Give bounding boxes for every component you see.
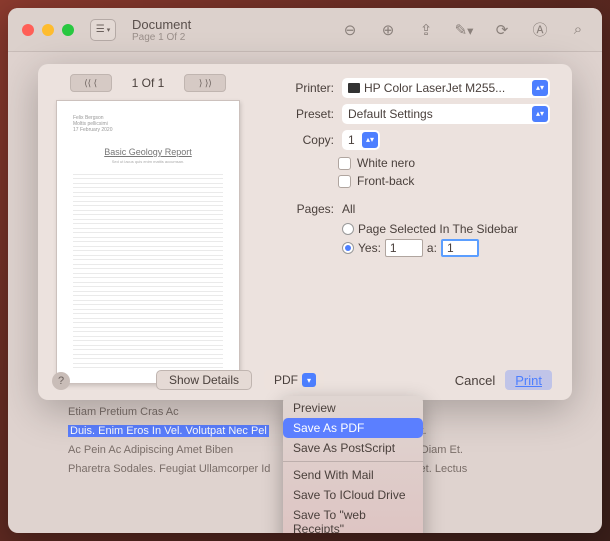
menu-save-pdf[interactable]: Save As PDF bbox=[283, 418, 423, 438]
menu-preview[interactable]: Preview bbox=[283, 398, 423, 418]
zoom-out-icon[interactable]: ⊖ bbox=[340, 21, 360, 39]
chevron-updown-icon: ▴▾ bbox=[532, 80, 548, 96]
pages-selected-label: Page Selected In The Sidebar bbox=[358, 222, 518, 236]
bw-checkbox[interactable] bbox=[338, 157, 351, 170]
thumb-body bbox=[73, 174, 223, 369]
thumb-title: Basic Geology Report bbox=[73, 147, 223, 157]
two-sided-label: Front-back bbox=[357, 174, 414, 188]
printer-label: Printer: bbox=[264, 81, 334, 95]
window-subtitle: Page 1 Of 2 bbox=[132, 32, 340, 43]
pages-range-label: Yes: bbox=[358, 241, 381, 255]
help-button[interactable]: ? bbox=[52, 372, 70, 390]
titlebar: ☰▾ Document Page 1 Of 2 ⊖ ⊕ ⇪ ✎▾ ⟳ Ⓐ ⌕ bbox=[8, 8, 602, 52]
traffic-lights bbox=[22, 24, 74, 36]
search-icon[interactable]: ⌕ bbox=[568, 21, 588, 38]
chevron-updown-icon: ▴▾ bbox=[532, 106, 548, 122]
page-navigator: ⟨⟨ ⟨ 1 Of 1 ⟩ ⟩⟩ bbox=[46, 74, 250, 92]
stepper-icon: ▴▾ bbox=[362, 132, 378, 148]
menu-icloud[interactable]: Save To ICloud Drive bbox=[283, 485, 423, 505]
preset-select[interactable]: Default Settings▴▾ bbox=[342, 104, 550, 124]
zoom-in-icon[interactable]: ⊕ bbox=[378, 21, 398, 39]
pages-label: Pages: bbox=[264, 202, 334, 216]
menu-send-mail[interactable]: Send With Mail bbox=[283, 465, 423, 485]
page-to-label: a: bbox=[427, 241, 437, 255]
pdf-menu: Preview Save As PDF Save As PostScript S… bbox=[283, 396, 423, 533]
preview-pane: ⟨⟨ ⟨ 1 Of 1 ⟩ ⟩⟩ Felix BergsonMoltis pel… bbox=[38, 64, 258, 400]
minimize-icon[interactable] bbox=[42, 24, 54, 36]
pages-all-label: All bbox=[342, 202, 355, 216]
page-thumbnail: Felix BergsonMoltis pellicsimi17 Februar… bbox=[56, 100, 240, 384]
pages-range-radio[interactable] bbox=[342, 242, 354, 254]
printer-select[interactable]: HP Color LaserJet M255...▴▾ bbox=[342, 78, 550, 98]
highlight-icon[interactable]: ✎▾ bbox=[454, 21, 474, 39]
cancel-button[interactable]: Cancel bbox=[445, 370, 505, 390]
zoom-icon[interactable] bbox=[62, 24, 74, 36]
window-title: Document bbox=[132, 17, 340, 32]
close-icon[interactable] bbox=[22, 24, 34, 36]
two-sided-checkbox[interactable] bbox=[338, 175, 351, 188]
last-page-button[interactable]: ⟩ ⟩⟩ bbox=[184, 74, 226, 92]
chevron-down-icon: ▾ bbox=[302, 373, 316, 387]
pdf-dropdown[interactable]: PDF▾ bbox=[264, 370, 324, 390]
page-to-input[interactable]: 1 bbox=[441, 239, 479, 257]
page-indicator: 1 Of 1 bbox=[132, 76, 165, 90]
print-button[interactable]: Print bbox=[505, 370, 552, 390]
settings-pane: Printer: HP Color LaserJet M255...▴▾ Pre… bbox=[258, 64, 572, 400]
markup-icon[interactable]: Ⓐ bbox=[530, 19, 550, 40]
pages-selected-radio[interactable] bbox=[342, 223, 354, 235]
printer-icon bbox=[348, 83, 360, 93]
share-icon[interactable]: ⇪ bbox=[416, 21, 436, 39]
sidebar-toggle-button[interactable]: ☰▾ bbox=[90, 19, 116, 41]
first-page-button[interactable]: ⟨⟨ ⟨ bbox=[70, 74, 112, 92]
copies-stepper[interactable]: 1▴▾ bbox=[342, 130, 380, 150]
show-details-button[interactable]: Show Details bbox=[156, 370, 252, 390]
thumb-subtitle: Sed ut lacus quis enim mattis accumsan. bbox=[73, 159, 223, 164]
thumb-meta: Felix BergsonMoltis pellicsimi17 Februar… bbox=[73, 115, 223, 133]
rotate-icon[interactable]: ⟳ bbox=[492, 21, 512, 39]
menu-save-ps[interactable]: Save As PostScript bbox=[283, 438, 423, 458]
preset-label: Preset: bbox=[264, 107, 334, 121]
copies-label: Copy: bbox=[264, 133, 334, 147]
menu-separator bbox=[283, 461, 423, 462]
menu-web-receipts[interactable]: Save To "web Receipts" bbox=[283, 505, 423, 533]
title-block: Document Page 1 Of 2 bbox=[132, 17, 340, 43]
bw-label: White nero bbox=[357, 156, 415, 170]
app-window: ☰▾ Document Page 1 Of 2 ⊖ ⊕ ⇪ ✎▾ ⟳ Ⓐ ⌕ E… bbox=[8, 8, 602, 533]
print-dialog: ⟨⟨ ⟨ 1 Of 1 ⟩ ⟩⟩ Felix BergsonMoltis pel… bbox=[38, 64, 572, 400]
page-from-input[interactable]: 1 bbox=[385, 239, 423, 257]
toolbar-icons: ⊖ ⊕ ⇪ ✎▾ ⟳ Ⓐ ⌕ bbox=[340, 19, 588, 40]
